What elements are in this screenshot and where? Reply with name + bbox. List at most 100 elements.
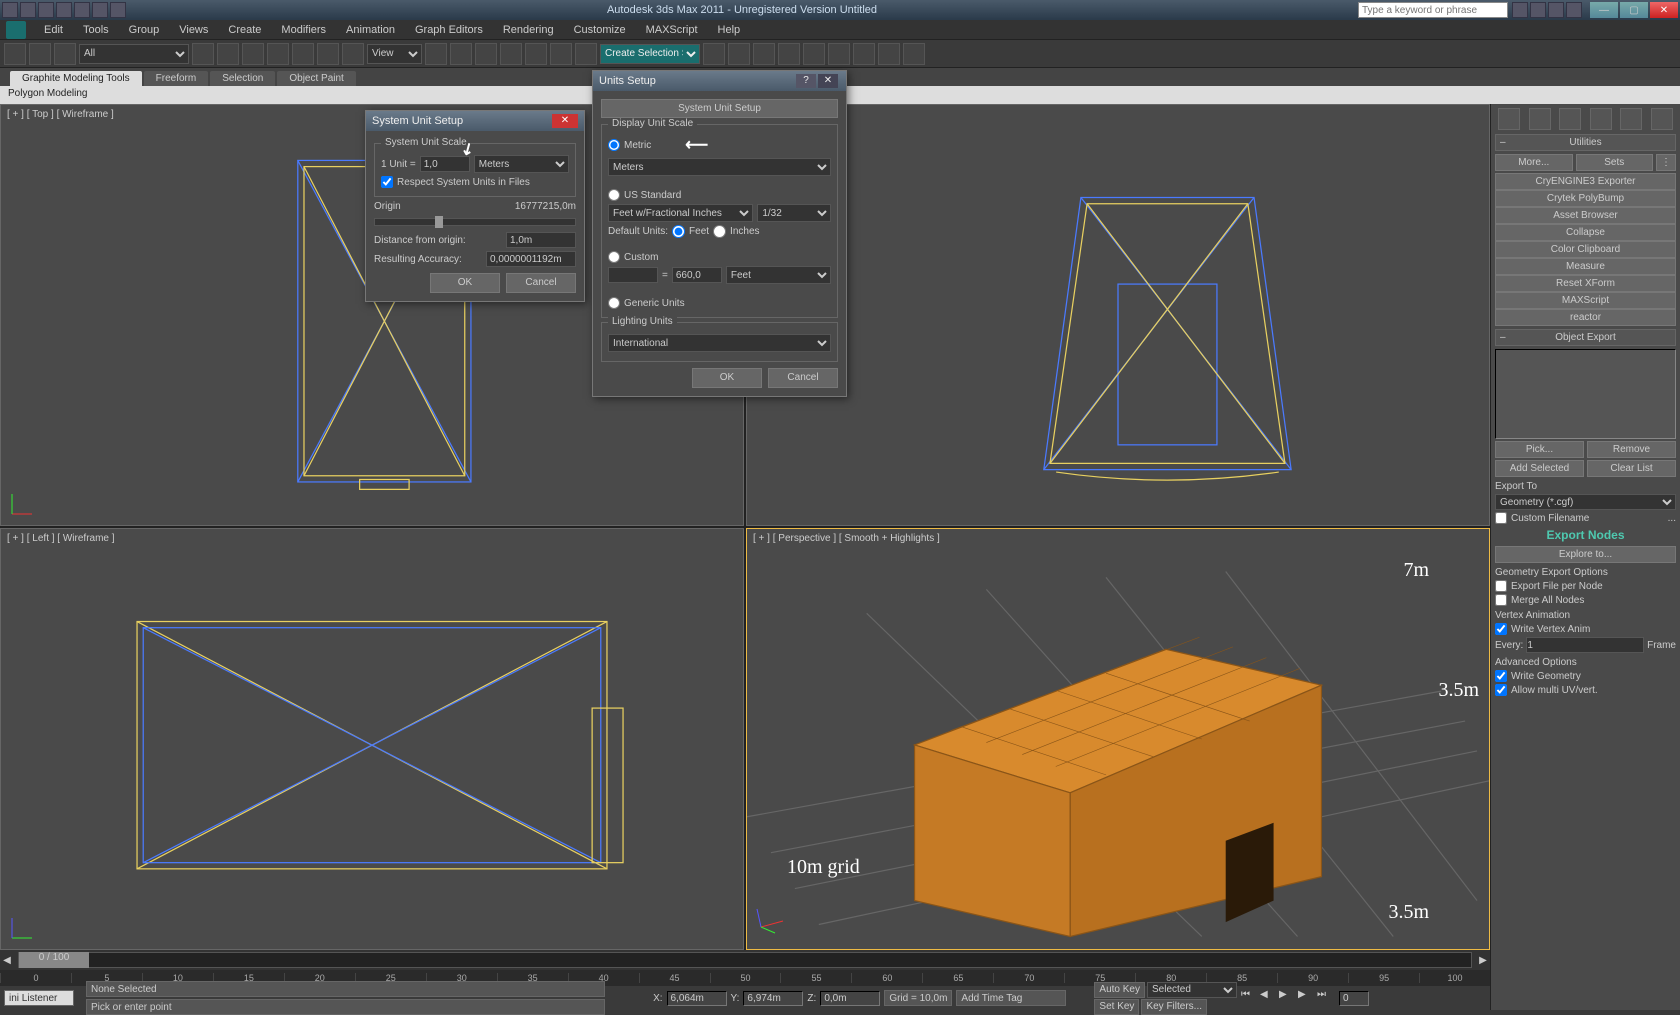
prev-frame-icon[interactable]: ◀ — [1260, 989, 1278, 1007]
coord-z[interactable]: 0,0m — [820, 991, 880, 1006]
nav-zoom-extents-icon[interactable] — [1411, 989, 1429, 1007]
cmd-modify-icon[interactable] — [1529, 108, 1551, 130]
system-unit-dialog-close-button[interactable]: ✕ — [552, 114, 578, 128]
util-crytek-polybump[interactable]: Crytek PolyBump — [1495, 190, 1676, 207]
select-region-icon[interactable] — [242, 43, 264, 65]
menu-modifiers[interactable]: Modifiers — [273, 22, 334, 38]
nav-zoom-icon[interactable] — [1392, 989, 1410, 1007]
link-icon[interactable] — [4, 43, 26, 65]
system-unit-dialog-titlebar[interactable]: System Unit Setup ✕ — [366, 111, 584, 131]
app-logo-icon[interactable] — [6, 21, 26, 39]
custom-filename-checkbox[interactable] — [1495, 512, 1507, 524]
us-unit-dropdown[interactable]: Feet w/Fractional Inches — [608, 204, 753, 222]
app-menu-icon[interactable] — [2, 2, 18, 18]
export-per-node-checkbox[interactable] — [1495, 580, 1507, 592]
menu-animation[interactable]: Animation — [338, 22, 403, 38]
move-icon[interactable] — [292, 43, 314, 65]
util-asset-browser[interactable]: Asset Browser — [1495, 207, 1676, 224]
viewport-left[interactable]: [ + ] [ Left ] [ Wireframe ] — [0, 528, 744, 950]
export-node-list[interactable] — [1495, 349, 1676, 439]
menu-create[interactable]: Create — [220, 22, 269, 38]
write-vertex-anim-checkbox[interactable] — [1495, 623, 1507, 635]
util-reset-xform[interactable]: Reset XForm — [1495, 275, 1676, 292]
ref-coord-dropdown[interactable]: View — [367, 44, 422, 64]
menu-tools[interactable]: Tools — [75, 22, 117, 38]
nav-maximize-icon[interactable] — [1468, 989, 1486, 1007]
percent-snap-icon[interactable] — [550, 43, 572, 65]
named-selection-dropdown[interactable]: Create Selection Se — [600, 44, 700, 64]
custom-unit-name-input[interactable] — [608, 267, 658, 283]
more-button[interactable]: More... — [1495, 154, 1573, 171]
units-dialog-help-button[interactable]: ? — [796, 74, 816, 88]
nav-fov-icon[interactable] — [1430, 989, 1448, 1007]
qat-redo-icon[interactable] — [92, 2, 108, 18]
angle-snap-icon[interactable] — [525, 43, 547, 65]
respect-units-checkbox[interactable] — [381, 176, 393, 188]
util-cryengine-exporter[interactable]: CryENGINE3 Exporter — [1495, 173, 1676, 190]
menu-group[interactable]: Group — [121, 22, 168, 38]
sets-button[interactable]: Sets — [1576, 154, 1654, 171]
key-toggle-icon[interactable] — [1070, 988, 1090, 1008]
bind-spacewarp-icon[interactable] — [54, 43, 76, 65]
infocenter-icon[interactable] — [1512, 2, 1528, 18]
util-collapse[interactable]: Collapse — [1495, 224, 1676, 241]
mirror-icon[interactable] — [703, 43, 725, 65]
custom-unit-type-dropdown[interactable]: Feet — [726, 266, 831, 284]
menu-edit[interactable]: Edit — [36, 22, 71, 38]
util-maxscript[interactable]: MAXScript — [1495, 292, 1676, 309]
scale-icon[interactable] — [342, 43, 364, 65]
pick-button[interactable]: Pick... — [1495, 441, 1584, 458]
favorites-icon[interactable] — [1548, 2, 1564, 18]
time-slider-thumb[interactable]: 0 / 100 — [19, 952, 89, 968]
merge-all-nodes-checkbox[interactable] — [1495, 594, 1507, 606]
menu-graph-editors[interactable]: Graph Editors — [407, 22, 491, 38]
set-key-button[interactable]: Set Key — [1094, 999, 1139, 1015]
util-reactor[interactable]: reactor — [1495, 309, 1676, 326]
spinner-snap-icon[interactable] — [575, 43, 597, 65]
rollout-object-export[interactable]: Object Export — [1495, 329, 1676, 346]
cmd-display-icon[interactable] — [1620, 108, 1642, 130]
select-icon[interactable] — [192, 43, 214, 65]
write-geometry-checkbox[interactable] — [1495, 670, 1507, 682]
prompt-line[interactable]: Pick or enter point — [86, 999, 605, 1015]
add-selected-button[interactable]: Add Selected — [1495, 460, 1584, 477]
menu-rendering[interactable]: Rendering — [495, 22, 562, 38]
clear-list-button[interactable]: Clear List — [1587, 460, 1676, 477]
menu-views[interactable]: Views — [171, 22, 216, 38]
remove-button[interactable]: Remove — [1587, 441, 1676, 458]
system-unit-ok-button[interactable]: OK — [430, 273, 500, 293]
explore-to-button[interactable]: Explore to... — [1495, 546, 1676, 563]
qat-save-icon[interactable] — [56, 2, 72, 18]
qat-open-icon[interactable] — [38, 2, 54, 18]
material-editor-icon[interactable] — [828, 43, 850, 65]
auto-key-button[interactable]: Auto Key — [1094, 982, 1145, 998]
units-ok-button[interactable]: OK — [692, 368, 762, 388]
key-filters-button[interactable]: Key Filters... — [1141, 999, 1207, 1015]
every-frame-input[interactable] — [1526, 637, 1644, 653]
next-frame-icon[interactable]: ▶ — [1298, 989, 1316, 1007]
rotate-icon[interactable] — [317, 43, 339, 65]
export-nodes-button[interactable]: Export Nodes — [1495, 528, 1676, 542]
curve-editor-icon[interactable] — [778, 43, 800, 65]
unlink-icon[interactable] — [29, 43, 51, 65]
keyboard-shortcut-icon[interactable] — [475, 43, 497, 65]
default-feet-radio[interactable] — [672, 225, 685, 238]
lighting-units-dropdown[interactable]: International — [608, 334, 831, 352]
generic-units-radio[interactable] — [608, 297, 620, 309]
units-dialog-close-button[interactable]: ✕ — [818, 74, 838, 88]
selection-filter-dropdown[interactable]: All — [79, 44, 189, 64]
subscription-icon[interactable] — [1530, 2, 1546, 18]
cmd-create-icon[interactable] — [1498, 108, 1520, 130]
cmd-utilities-icon[interactable] — [1651, 108, 1673, 130]
window-crossing-icon[interactable] — [267, 43, 289, 65]
export-format-dropdown[interactable]: Geometry (*.cgf) — [1495, 494, 1676, 510]
tab-object-paint[interactable]: Object Paint — [277, 71, 355, 86]
allow-multi-uv-checkbox[interactable] — [1495, 684, 1507, 696]
close-button[interactable]: ✕ — [1650, 2, 1678, 18]
nav-pan-icon[interactable] — [1373, 989, 1391, 1007]
mini-listener[interactable]: ini Listener — [4, 990, 74, 1006]
metric-unit-dropdown[interactable]: Meters — [608, 158, 831, 176]
layers-icon[interactable] — [753, 43, 775, 65]
origin-slider[interactable] — [374, 218, 576, 226]
key-target-dropdown[interactable]: Selected — [1147, 982, 1237, 998]
